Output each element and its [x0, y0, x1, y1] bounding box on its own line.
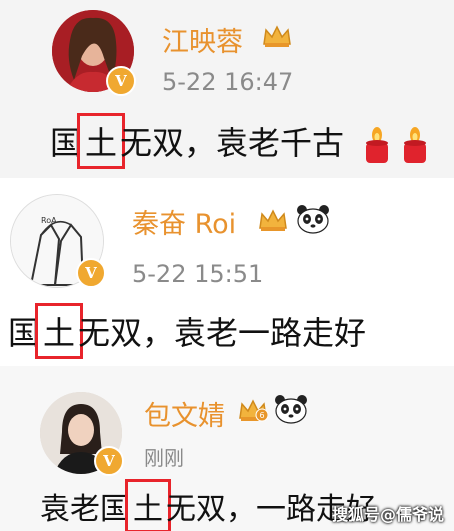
comment-card-2: RoA V 秦奋 Roi 5-22 15:51 国土无双，袁老一路走好 [0, 178, 454, 366]
timestamp: 刚刚 [144, 446, 184, 470]
verified-badge: V [94, 446, 124, 476]
watermark: 搜狐号@儒爷说 [331, 505, 444, 524]
panda-emoji [275, 395, 307, 424]
candle-emoji [404, 127, 427, 163]
text-segment: 袁老国 [40, 492, 130, 527]
crown-level-6-icon: 6 [239, 399, 268, 422]
text-segment: 无双，袁老一路走好 [78, 314, 367, 352]
text-segment: 无双，袁老千古 [120, 124, 345, 162]
text-segment: 国 [50, 124, 83, 162]
text-segment: 国 [8, 314, 41, 352]
svg-text:RoA: RoA [41, 216, 57, 225]
crown-icon [259, 209, 287, 231]
highlighted-character: 土 [77, 113, 126, 169]
timestamp: 5-22 15:51 [132, 260, 264, 288]
username[interactable]: 秦奋 Roi [132, 202, 236, 241]
crown-level: 6 [259, 411, 264, 420]
comment-card-3: V 包文婧 6 刚刚 袁老国土无双，一路走好 搜狐号@儒爷说 [0, 366, 454, 531]
comment-card-1: V 江映蓉 5-22 16:47 国土无双，袁老千古 [0, 0, 454, 178]
username[interactable]: 包文婧 [144, 394, 225, 433]
verified-badge: V [106, 66, 136, 96]
verified-badge: V [76, 258, 106, 288]
comment-text: 国土无双，袁老一路走好 [8, 303, 367, 359]
comment-text: 袁老国土无双，一路走好 [40, 479, 376, 531]
comment-text: 国土无双，袁老千古 [50, 113, 430, 169]
username[interactable]: 江映蓉 [162, 20, 243, 59]
panda-emoji [297, 205, 329, 234]
timestamp: 5-22 16:47 [162, 68, 294, 96]
highlighted-character: 土 [125, 479, 171, 531]
candle-emoji [366, 127, 389, 163]
crown-icon [263, 25, 291, 47]
highlighted-character: 土 [35, 303, 84, 359]
